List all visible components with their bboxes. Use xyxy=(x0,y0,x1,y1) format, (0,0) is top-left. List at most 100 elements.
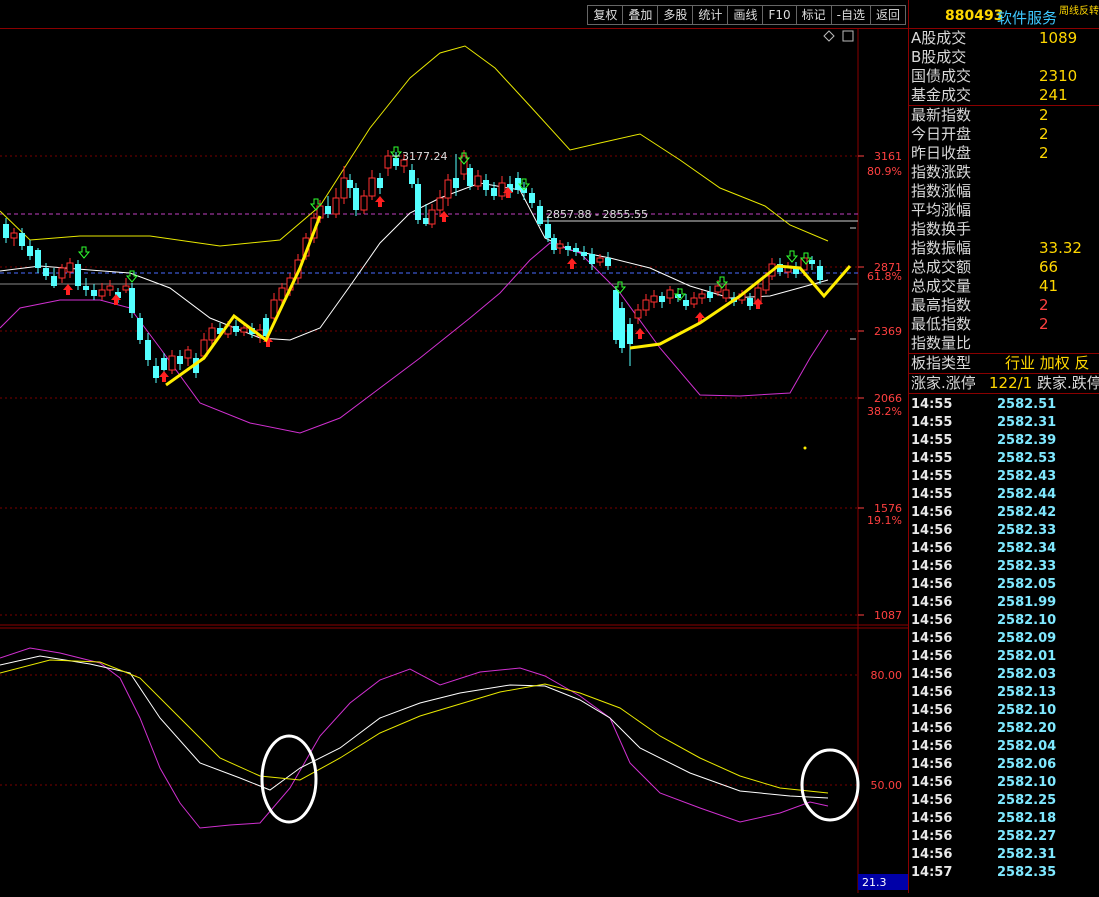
advance-label: 涨家.涨停 xyxy=(911,374,976,392)
candle-body-down xyxy=(627,324,633,344)
candle-body-down xyxy=(613,290,619,340)
candle-body-up xyxy=(240,327,248,333)
tab-fuquan[interactable]: 复权 xyxy=(587,5,623,25)
tick-row: 14:55 2582.53 xyxy=(909,450,1099,468)
tab-biaoji[interactable]: 标记 xyxy=(795,5,831,25)
info-row: 基金成交 241 xyxy=(909,86,1099,105)
tick-price: 2582.25 xyxy=(997,793,1057,808)
info-row-label: 平均涨幅 xyxy=(911,201,972,219)
tick-price: 2582.42 xyxy=(997,505,1057,520)
candle-body-up xyxy=(714,285,722,293)
index-name: 软件服务 xyxy=(997,9,1058,27)
tick-time: 14:55 xyxy=(911,433,953,448)
tab-duogu[interactable]: 多股 xyxy=(657,5,693,25)
tab-huaxian[interactable]: 画线 xyxy=(727,5,763,25)
info-row-label: 指数涨幅 xyxy=(911,182,972,200)
candle-body-down xyxy=(565,246,571,250)
tick-row: 14:55 2582.44 xyxy=(909,486,1099,504)
candle-body-down xyxy=(3,224,9,238)
diamond-icon[interactable] xyxy=(823,30,835,42)
candle-body-down xyxy=(453,178,459,188)
candle-body-down xyxy=(817,266,823,280)
tick-row: 14:57 2582.35 xyxy=(909,864,1099,882)
info-row: 昨日收盘 2 xyxy=(909,144,1099,163)
candle-body-down xyxy=(177,356,183,364)
info-row-label: B股成交 xyxy=(911,48,967,66)
candle-body-down xyxy=(537,206,543,224)
tick-price: 2582.35 xyxy=(997,865,1057,880)
tick-row: 14:55 2582.43 xyxy=(909,468,1099,486)
info-row-label: 国债成交 xyxy=(911,67,972,85)
info-row-value: 66 xyxy=(1039,258,1059,276)
info-row-value: 41 xyxy=(1039,277,1059,295)
tick-time: 14:56 xyxy=(911,577,953,592)
candle-body-down xyxy=(589,254,595,264)
tab-fanhui[interactable]: 返回 xyxy=(869,5,906,25)
tick-price: 2582.04 xyxy=(997,739,1057,754)
tab-tongji[interactable]: 统计 xyxy=(692,5,728,25)
info-row: 指数振幅 33.32 xyxy=(909,239,1099,258)
index-type-label: 板指类型 xyxy=(911,354,972,372)
kline-chart-svg[interactable]: 31612871236920661576108780.9%61.8%38.2%1… xyxy=(0,28,908,893)
kline-chart-area[interactable]: 3161 2871 2369 2066 1576 1087 80.9% 61.8% 38.2% 1… xyxy=(0,28,908,893)
tick-row: 14:56 2582.33 xyxy=(909,522,1099,540)
candle-body-up xyxy=(498,182,506,197)
candle-body-down xyxy=(483,180,489,190)
window-toggle-icon[interactable] xyxy=(842,30,854,42)
candle-body-up xyxy=(596,257,604,263)
tick-time: 14:56 xyxy=(911,631,953,646)
info-row: 今日开盘 2 xyxy=(909,125,1099,144)
moving-average-line xyxy=(0,182,829,341)
candle-body-up xyxy=(368,177,376,197)
candle-body-up xyxy=(106,285,114,291)
info-row: 最新指数 2 xyxy=(909,106,1099,125)
candle-body-down xyxy=(347,180,353,188)
candle-body-down xyxy=(393,158,399,166)
candle-body-up xyxy=(208,327,216,341)
high-annotation: 3177.24 xyxy=(402,150,448,163)
tick-time: 14:55 xyxy=(911,487,953,502)
osc-line-magenta xyxy=(0,647,829,829)
candle-body-down xyxy=(545,224,551,238)
tick-price: 2582.34 xyxy=(997,541,1057,556)
candle-body-up xyxy=(474,175,482,187)
candle-body-down xyxy=(809,260,815,264)
boll-upper-line xyxy=(0,45,829,247)
tick-time: 14:56 xyxy=(911,649,953,664)
osc-line-yellow xyxy=(0,659,829,794)
tick-price: 2582.13 xyxy=(997,685,1057,700)
candle-body-down xyxy=(747,298,753,306)
candle-body-up xyxy=(384,155,392,169)
advance-value: 122/1 xyxy=(989,374,1033,392)
tab-diejia[interactable]: 叠加 xyxy=(622,5,658,25)
info-row-label: 基金成交 xyxy=(911,86,972,104)
tab-f10[interactable]: F10 xyxy=(762,5,796,25)
tick-row: 14:56 2582.18 xyxy=(909,810,1099,828)
candle-body-down xyxy=(233,326,239,332)
tick-time: 14:56 xyxy=(911,847,953,862)
info-row-label: A股成交 xyxy=(911,29,967,47)
tick-time: 14:55 xyxy=(911,451,953,466)
decline-label: 跌家.跌停 xyxy=(1037,374,1099,392)
info-row: 国债成交 2310 xyxy=(909,67,1099,86)
candle-body-up xyxy=(168,355,176,371)
advance-decline-row: 涨家.涨停 122/1 跌家.跌停 xyxy=(909,373,1099,394)
tick-price: 2581.99 xyxy=(997,595,1057,610)
info-row-value: 2 xyxy=(1039,296,1049,314)
buy-signal-arrow-icon xyxy=(635,328,645,339)
candle-body-up xyxy=(66,262,74,273)
info-row-value: 33.32 xyxy=(1039,239,1082,257)
tick-row: 14:56 2582.25 xyxy=(909,792,1099,810)
candle-body-down xyxy=(75,264,81,286)
tick-price: 2582.31 xyxy=(997,847,1057,862)
candle-body-down xyxy=(51,276,57,286)
tick-time: 14:56 xyxy=(911,523,953,538)
candle-body-up xyxy=(698,293,706,299)
info-row: 平均涨幅 xyxy=(909,201,1099,220)
tick-time: 14:56 xyxy=(911,595,953,610)
tick-price: 2582.51 xyxy=(997,397,1057,412)
info-row-value: 2310 xyxy=(1039,67,1078,85)
tick-list[interactable]: 14:55 2582.51 14:55 2582.31 14:55 2582.39 14:5… xyxy=(909,396,1099,882)
tab-zixuan[interactable]: -自选 xyxy=(830,5,870,25)
candle-body-up xyxy=(58,267,66,279)
